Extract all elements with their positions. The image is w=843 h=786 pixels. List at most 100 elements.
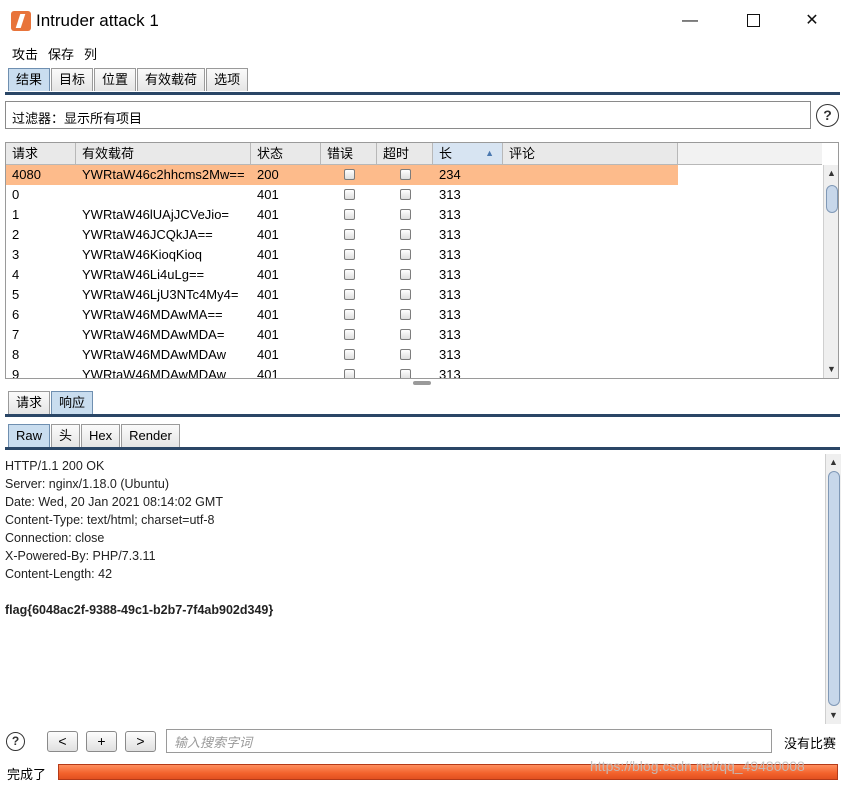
filter-label: 过滤器：显示所有项目: [12, 111, 143, 126]
response-line: Content-Type: text/html; charset=utf-8: [5, 513, 215, 527]
table-row[interactable]: 8 YWRtaW46MDAwMDAw 401 313: [6, 345, 678, 365]
response-line: HTTP/1.1 200 OK: [5, 459, 105, 473]
help-icon[interactable]: ?: [816, 104, 839, 127]
scroll-up-icon[interactable]: ▲: [824, 165, 838, 181]
cell-length: 313: [439, 247, 461, 262]
col-header-timeout[interactable]: 超时: [377, 143, 433, 165]
cell-request: 3: [12, 247, 20, 262]
tab-positions[interactable]: 位置: [94, 68, 137, 91]
cell-length: 313: [439, 327, 461, 342]
cell-request: 4080: [12, 167, 41, 182]
maximize-button[interactable]: [730, 6, 776, 36]
cell-request: 6: [12, 307, 20, 322]
split-divider-handle[interactable]: [413, 381, 431, 385]
menu-columns[interactable]: 列: [84, 44, 97, 63]
detail-tab-underline: [5, 414, 840, 417]
timeout-checkbox: [400, 369, 411, 378]
match-count: 没有比赛: [784, 736, 837, 751]
search-box[interactable]: [166, 729, 772, 753]
response-line: X-Powered-By: PHP/7.3.11: [5, 549, 156, 563]
col-header-error[interactable]: 错误: [321, 143, 377, 165]
error-checkbox: [344, 269, 355, 280]
next-match-button[interactable]: >: [125, 731, 156, 752]
tab-options[interactable]: 选项: [206, 68, 249, 91]
error-checkbox: [344, 209, 355, 220]
response-flag-line: flag{6048ac2f-9388-49c1-b2b7-7f4ab902d34…: [5, 603, 274, 617]
response-body[interactable]: HTTP/1.1 200 OK Server: nginx/1.18.0 (Ub…: [5, 457, 823, 619]
view-tab-underline: [5, 447, 840, 450]
table-row[interactable]: 4 YWRtaW46Li4uLg== 401 313: [6, 265, 678, 285]
table-row[interactable]: 0 401 313: [6, 185, 678, 205]
timeout-checkbox: [400, 289, 411, 300]
table-scrollbar[interactable]: ▲ ▼: [823, 165, 838, 378]
cell-request: 4: [12, 267, 20, 282]
cell-length: 313: [439, 367, 461, 379]
cell-payload: YWRtaW46MDAwMDAw: [82, 347, 226, 362]
response-line: Date: Wed, 20 Jan 2021 08:14:02 GMT: [5, 495, 223, 509]
response-scrollbar[interactable]: ▲ ▼: [825, 454, 841, 724]
table-row[interactable]: 1 YWRtaW46lUAjJCVeJio= 401 313: [6, 205, 678, 225]
menu-attack[interactable]: 攻击: [12, 44, 38, 63]
timeout-checkbox: [400, 249, 411, 260]
col-header-length[interactable]: 长 ▲: [433, 143, 503, 165]
cell-status: 401: [257, 247, 279, 262]
tab-hex[interactable]: Hex: [81, 424, 121, 447]
tab-payloads[interactable]: 有效载荷: [137, 68, 206, 91]
table-row[interactable]: 3 YWRtaW46KioqKioq 401 313: [6, 245, 678, 265]
cell-request: 0: [12, 187, 20, 202]
table-row[interactable]: 4080 YWRtaW46c2hhcms2Mw== 200 234: [6, 165, 678, 185]
timeout-checkbox: [400, 329, 411, 340]
tab-headers[interactable]: 头: [51, 424, 81, 447]
table-row[interactable]: 9 YWRtaW46MDAwMDAw 401 313: [6, 365, 678, 379]
scroll-down-icon[interactable]: ▼: [824, 361, 838, 377]
col-header-status[interactable]: 状态: [251, 143, 321, 165]
cell-length: 313: [439, 227, 461, 242]
minimize-button[interactable]: —: [667, 6, 713, 36]
add-button[interactable]: +: [86, 731, 117, 752]
tab-target[interactable]: 目标: [51, 68, 94, 91]
tab-render[interactable]: Render: [121, 424, 180, 447]
filter-bar[interactable]: 过滤器：显示所有项目: [5, 101, 811, 129]
tab-results[interactable]: 结果: [8, 68, 51, 91]
scroll-down-icon[interactable]: ▼: [826, 707, 841, 723]
timeout-checkbox: [400, 229, 411, 240]
timeout-checkbox: [400, 309, 411, 320]
watermark-text: https://blog.csdn.net/qq_49480008: [590, 758, 805, 774]
table-row[interactable]: 7 YWRtaW46MDAwMDA= 401 313: [6, 325, 678, 345]
cell-request: 5: [12, 287, 20, 302]
detail-tab-bar: 请求 响应: [8, 391, 94, 414]
cell-length: 313: [439, 287, 461, 302]
tab-raw[interactable]: Raw: [8, 424, 51, 447]
help-icon[interactable]: ?: [6, 732, 25, 751]
table-row[interactable]: 5 YWRtaW46LjU3NTc4My4= 401 313: [6, 285, 678, 305]
search-input[interactable]: [172, 731, 766, 753]
cell-payload: YWRtaW46MDAwMDAw: [82, 367, 226, 379]
scroll-up-icon[interactable]: ▲: [826, 454, 841, 470]
main-tab-underline: [5, 92, 840, 95]
sort-ascending-icon: ▲: [485, 148, 494, 158]
col-header-length-label: 长: [439, 146, 453, 161]
col-header-comment[interactable]: 评论: [503, 143, 678, 165]
col-header-request[interactable]: 请求: [6, 143, 76, 165]
cell-status: 401: [257, 267, 279, 282]
menu-save[interactable]: 保存: [48, 44, 74, 63]
title-bar: Intruder attack 1 — ✕: [0, 0, 843, 42]
cell-payload: YWRtaW46lUAjJCVeJio=: [82, 207, 230, 222]
timeout-checkbox: [400, 189, 411, 200]
cell-status: 200: [257, 167, 279, 182]
table-scroll-thumb[interactable]: [826, 185, 838, 213]
col-header-payload[interactable]: 有效载荷: [76, 143, 251, 165]
cell-status: 401: [257, 207, 279, 222]
menu-bar: 攻击 保存 列: [0, 42, 843, 64]
close-button[interactable]: ✕: [789, 6, 835, 36]
tab-request[interactable]: 请求: [8, 391, 51, 414]
previous-match-button[interactable]: <: [47, 731, 78, 752]
cell-request: 8: [12, 347, 20, 362]
error-checkbox: [344, 369, 355, 378]
cell-payload: YWRtaW46MDAwMDA=: [82, 327, 225, 342]
tab-response[interactable]: 响应: [51, 391, 94, 414]
response-scroll-thumb[interactable]: [828, 471, 840, 706]
table-row[interactable]: 6 YWRtaW46MDAwMA== 401 313: [6, 305, 678, 325]
timeout-checkbox: [400, 269, 411, 280]
table-row[interactable]: 2 YWRtaW46JCQkJA== 401 313: [6, 225, 678, 245]
